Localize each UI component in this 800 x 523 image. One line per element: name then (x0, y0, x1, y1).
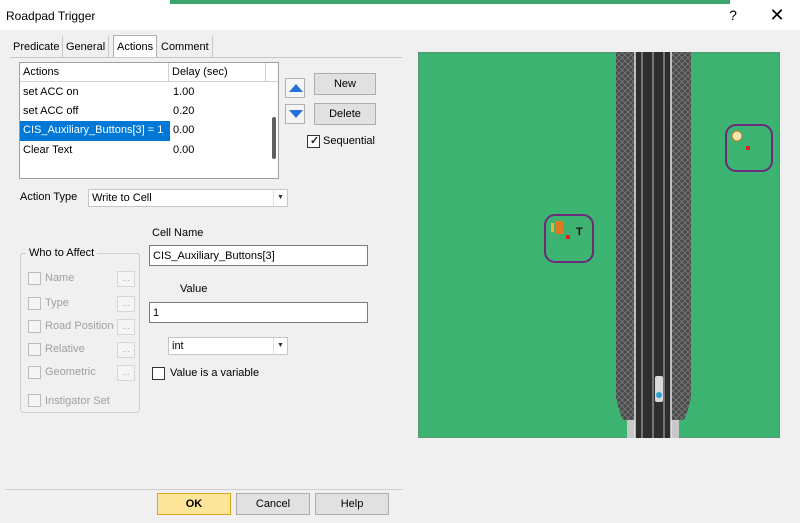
grass-area (418, 52, 780, 438)
column-divider (168, 63, 169, 82)
road-curb (671, 420, 679, 438)
actions-list-header: Actions Delay (sec) (20, 63, 278, 82)
cancel-button[interactable]: Cancel (236, 493, 310, 515)
instigator-set-checkbox[interactable] (28, 394, 41, 407)
action-name: set ACC on (23, 86, 79, 98)
value-value: 1 (153, 307, 160, 319)
ego-vehicle[interactable] (655, 376, 663, 402)
chevron-down-icon[interactable]: ▼ (273, 190, 287, 206)
help-button[interactable]: Help (315, 493, 389, 515)
column-divider (265, 63, 266, 82)
red-marker-icon (746, 146, 750, 150)
value-field[interactable]: 1 (149, 302, 368, 323)
action-row[interactable]: set ACC on 1.00 (20, 83, 278, 103)
clock-icon (731, 130, 743, 142)
actions-list[interactable]: Actions Delay (sec) set ACC on 1.00 set … (19, 62, 279, 179)
action-delay: 0.20 (173, 105, 195, 117)
cell-name-value: CIS_Auxiliary_Buttons[3] (153, 250, 275, 262)
relative-label: Relative (45, 343, 85, 355)
action-name: CIS_Auxiliary_Buttons[3] = 1 (20, 121, 170, 141)
action-delay: 1.00 (173, 86, 195, 98)
geometric-browse-button[interactable]: ... (117, 365, 135, 381)
road-position-label: Road Position (45, 320, 114, 332)
value-is-variable-label: Value is a variable (170, 367, 260, 379)
action-type-value: Write to Cell (92, 192, 152, 204)
help-icon[interactable]: ? (723, 7, 743, 23)
action-row-selected[interactable]: CIS_Auxiliary_Buttons[3] = 1 0.00 (20, 121, 278, 141)
tab-comment[interactable]: Comment (158, 36, 213, 58)
instigator-set-label: Instigator Set (45, 395, 110, 407)
action-name: Clear Text (23, 144, 73, 156)
road-position-checkbox[interactable] (28, 320, 41, 333)
type-browse-button[interactable]: ... (117, 296, 135, 312)
name-checkbox[interactable] (28, 272, 41, 285)
name-browse-button[interactable]: ... (117, 271, 135, 287)
value-type-select[interactable]: int ▼ (168, 337, 288, 355)
column-header-actions[interactable]: Actions (23, 66, 59, 78)
road-position-browse-button[interactable]: ... (117, 319, 135, 335)
type-checkbox[interactable] (28, 297, 41, 310)
ok-button[interactable]: OK (157, 493, 231, 515)
trigger-sign-icon (551, 223, 554, 232)
divider (5, 489, 403, 490)
new-button[interactable]: New (314, 73, 376, 95)
cell-name-field[interactable]: CIS_Auxiliary_Buttons[3] (149, 245, 368, 266)
relative-browse-button[interactable]: ... (117, 342, 135, 358)
value-is-variable-checkbox[interactable] (152, 367, 165, 380)
vehicle-light-icon (656, 392, 662, 398)
value-type-value: int (172, 340, 184, 352)
column-header-delay[interactable]: Delay (sec) (172, 66, 228, 78)
chevron-down-icon[interactable]: ▼ (273, 338, 287, 354)
sign-letter: T (576, 226, 583, 238)
move-up-button[interactable] (285, 78, 305, 98)
action-type-select[interactable]: Write to Cell ▼ (88, 189, 288, 207)
tab-actions[interactable]: Actions (113, 35, 158, 58)
name-label: Name (45, 272, 75, 284)
tab-predicate[interactable]: Predicate (10, 36, 64, 58)
arrow-up-icon (289, 84, 303, 92)
trigger-sign-icon (555, 221, 563, 234)
type-label: Type (45, 297, 69, 309)
value-label: Value (180, 283, 208, 295)
action-delay: 0.00 (173, 124, 195, 136)
arrow-down-icon (289, 110, 303, 118)
tab-general[interactable]: General (63, 36, 110, 58)
action-row[interactable]: set ACC off 0.20 (20, 102, 278, 122)
delete-button[interactable]: Delete (314, 103, 376, 125)
action-type-label: Action Type (20, 191, 78, 203)
sequential-checkbox[interactable]: ✓ (307, 135, 320, 148)
relative-checkbox[interactable] (28, 343, 41, 356)
cell-name-label: Cell Name (152, 227, 204, 239)
geometric-label: Geometric (45, 366, 96, 378)
action-row[interactable]: Clear Text 0.00 (20, 141, 278, 161)
action-delay: 0.00 (173, 144, 195, 156)
who-to-affect-title: Who to Affect (26, 247, 98, 259)
road-curb (627, 420, 635, 438)
road-map[interactable]: T (418, 52, 780, 438)
title-bar: Roadpad Trigger ? ✕ (0, 4, 800, 30)
red-marker-icon (566, 235, 570, 239)
list-scrollbar[interactable] (272, 117, 276, 159)
move-down-button[interactable] (285, 104, 305, 124)
action-name: set ACC off (23, 105, 79, 117)
close-icon[interactable]: ✕ (766, 5, 788, 26)
geometric-checkbox[interactable] (28, 366, 41, 379)
check-icon: ✓ (310, 135, 320, 147)
window-title: Roadpad Trigger (6, 9, 96, 23)
sequential-label: Sequential (323, 135, 375, 147)
